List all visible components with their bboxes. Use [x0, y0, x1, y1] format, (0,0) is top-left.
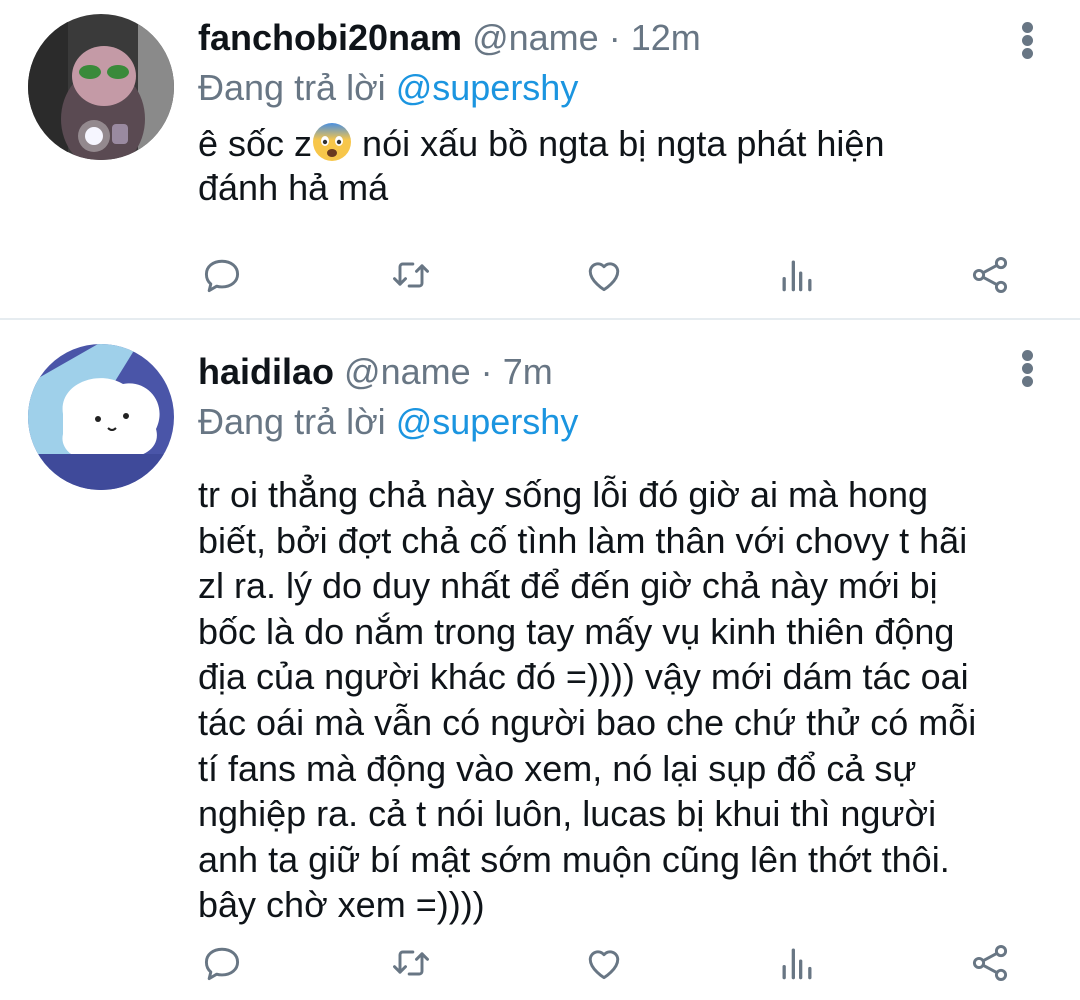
- retweet-icon[interactable]: [386, 938, 436, 988]
- avatar[interactable]: [28, 14, 174, 160]
- timestamp[interactable]: 7m: [503, 351, 553, 392]
- separator: ·: [608, 17, 621, 58]
- reply-icon[interactable]: [197, 938, 247, 988]
- reply-icon[interactable]: [197, 250, 247, 300]
- tweet[interactable]: fanchobi20nam @name · 12m Đang trả lời @…: [0, 0, 1080, 318]
- analytics-icon[interactable]: [772, 250, 822, 300]
- timestamp[interactable]: 12m: [631, 17, 701, 58]
- tweet[interactable]: haidilao @name · 7m Đang trả lời @supers…: [0, 320, 1080, 1000]
- username[interactable]: fanchobi20nam: [198, 17, 462, 58]
- mention-link[interactable]: @supershy: [396, 401, 579, 442]
- replying-to: Đang trả lời @supershy: [198, 396, 1020, 448]
- share-icon[interactable]: [965, 938, 1015, 988]
- action-bar: [0, 938, 1080, 988]
- replying-to: Đang trả lời @supershy: [198, 62, 1020, 114]
- replying-prefix: Đang trả lời: [198, 401, 386, 442]
- handle: @name: [344, 351, 471, 392]
- replying-prefix: Đang trả lời: [198, 67, 386, 108]
- like-icon[interactable]: [579, 938, 629, 988]
- share-icon[interactable]: [965, 250, 1015, 300]
- username[interactable]: haidilao: [198, 351, 334, 392]
- tweet-text: tr oi thẳng chả này sống lỗi đó giờ ai m…: [198, 474, 977, 926]
- retweet-icon[interactable]: [386, 250, 436, 300]
- tweet-text-part: ê sốc z: [198, 123, 313, 164]
- fearful-face-emoji: [312, 122, 352, 162]
- tweet-text: ê sốc z nói xấu bồ ngta bị ngta phát hiệ…: [198, 122, 1020, 210]
- more-options-icon[interactable]: [1022, 350, 1034, 387]
- like-icon[interactable]: [579, 250, 629, 300]
- more-options-icon[interactable]: [1022, 22, 1034, 59]
- analytics-icon[interactable]: [772, 938, 822, 988]
- separator: ·: [480, 351, 493, 392]
- avatar[interactable]: [28, 344, 174, 490]
- action-bar: [0, 250, 1080, 300]
- handle: @name: [472, 17, 599, 58]
- mention-link[interactable]: @supershy: [396, 67, 579, 108]
